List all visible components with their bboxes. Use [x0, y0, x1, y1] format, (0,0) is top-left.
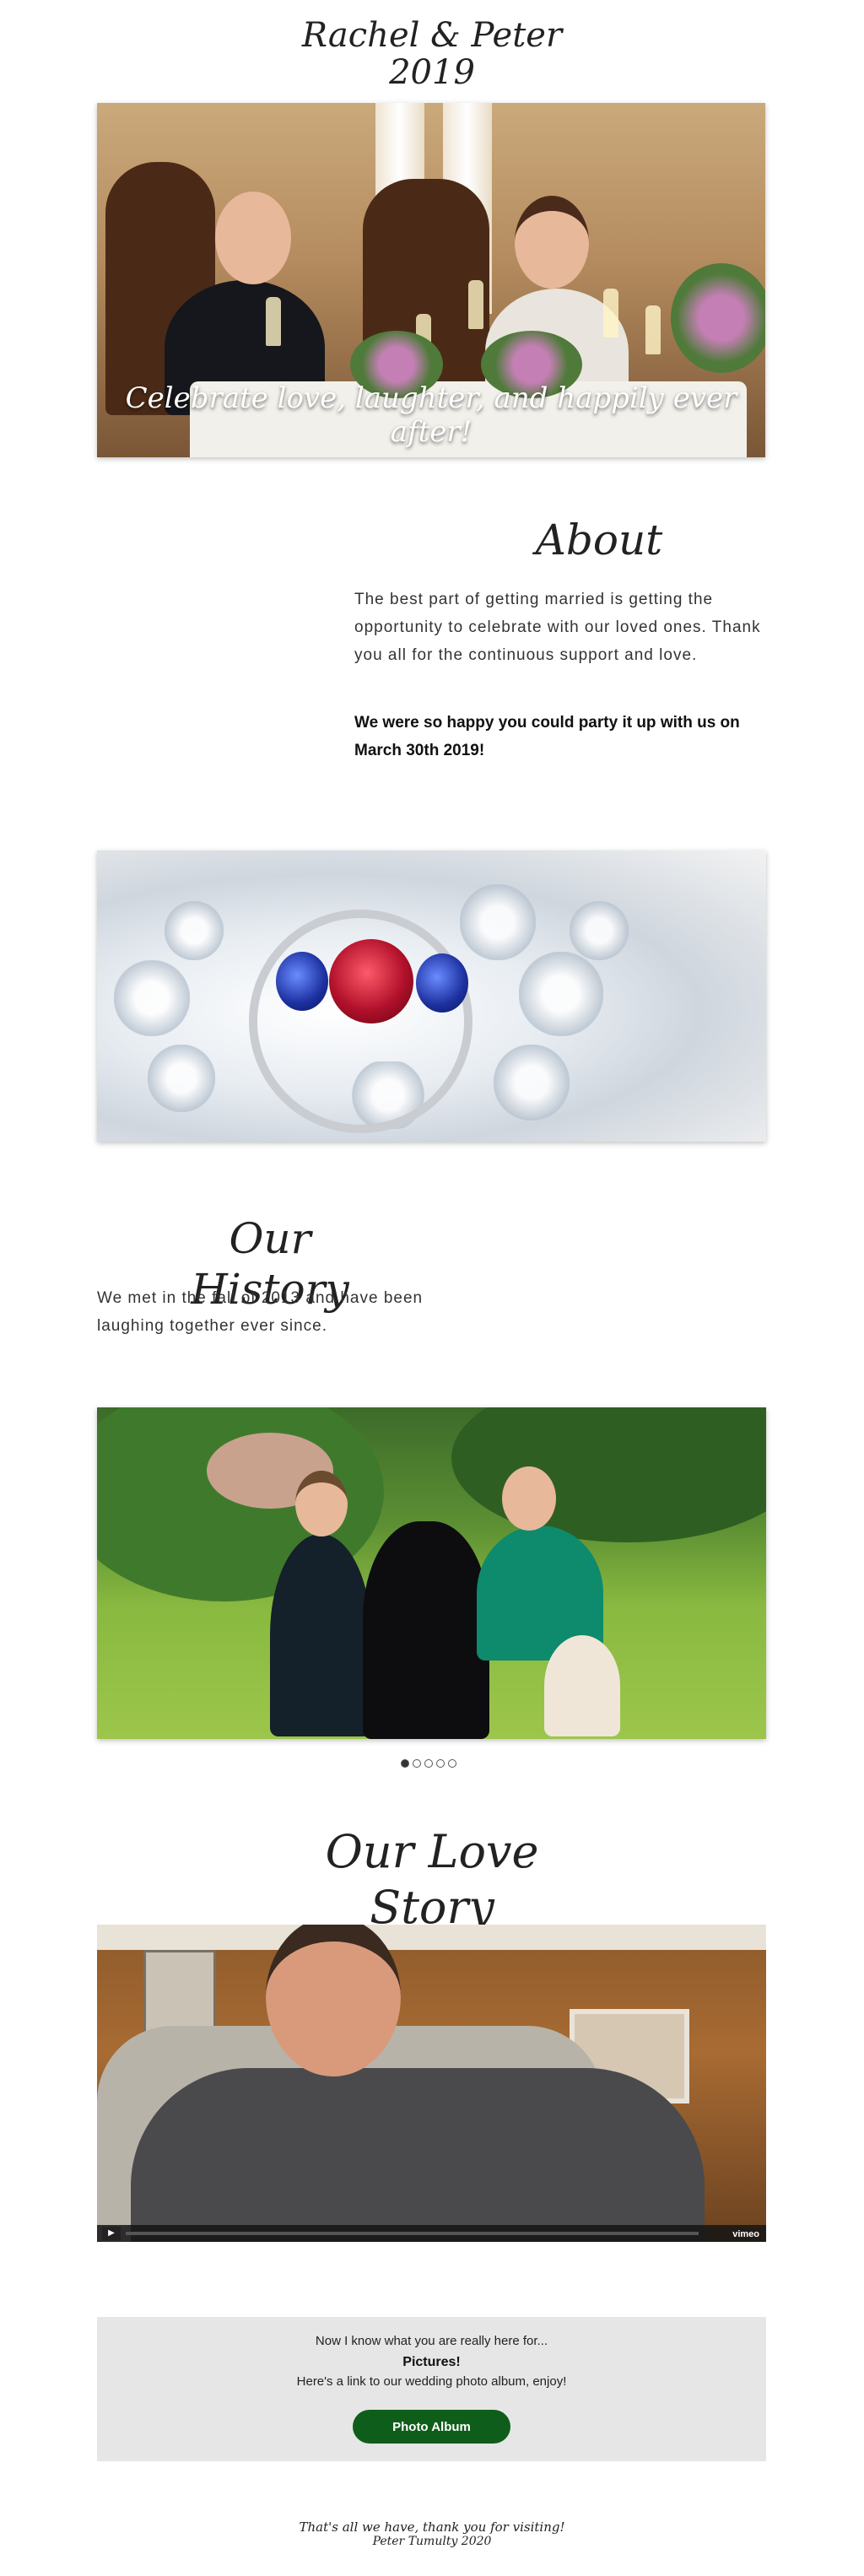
sparkle: [114, 960, 190, 1036]
bush: [451, 1407, 766, 1542]
love-story-heading: Our Love Story: [325, 1825, 539, 1934]
man-shorts: [544, 1635, 620, 1736]
woman-head: [295, 1471, 348, 1536]
footer-thanks: That's all we have, thank you for visiti…: [299, 2519, 565, 2535]
hero-caption: Celebrate love, laughter, and happily ev…: [125, 381, 737, 449]
slide-dot-5[interactable]: [448, 1759, 456, 1768]
photo-album-button[interactable]: Photo Album: [353, 2410, 510, 2444]
ring-photo: [97, 851, 766, 1142]
footer-credit: Peter Tumulty 2020: [372, 2535, 492, 2548]
sapphire-left: [276, 952, 328, 1011]
slide-dot-4[interactable]: [436, 1759, 445, 1768]
video-controls: ▶ vimeo: [97, 2225, 766, 2242]
about-highlight: We were so happy you could party it up w…: [354, 714, 740, 759]
pictures-title: Pictures!: [402, 2355, 461, 2369]
history-body: We met in the fall of 2013 and have been…: [97, 1289, 424, 1335]
woman: [270, 1534, 371, 1736]
love-story-video[interactable]: ▶ vimeo: [97, 1925, 766, 2242]
slideshow-image[interactable]: [97, 1407, 766, 1739]
video-ceiling: [97, 1925, 766, 1950]
site-title: Rachel & Peter 2019: [0, 17, 864, 91]
pictures-intro: Now I know what you are really here for.…: [315, 2334, 548, 2348]
ruby-center: [329, 939, 413, 1023]
about-body: The best part of getting married is gett…: [354, 591, 761, 664]
pictures-description: Here's a link to our wedding photo album…: [296, 2374, 567, 2389]
about-heading: About: [535, 516, 663, 564]
sparkle: [460, 884, 536, 960]
play-icon[interactable]: ▶: [102, 2227, 121, 2240]
slide-dot-3[interactable]: [424, 1759, 433, 1768]
vimeo-logo[interactable]: vimeo: [732, 2229, 759, 2239]
video-progress-bar[interactable]: [126, 2232, 699, 2235]
sparkle: [494, 1045, 570, 1121]
sparkle: [519, 952, 603, 1036]
man-head: [502, 1466, 556, 1531]
video-wall-sign: [143, 1950, 216, 2035]
glass-icon: [603, 289, 618, 338]
sparkle: [570, 901, 629, 960]
glass-icon: [266, 297, 281, 346]
slide-dot-1[interactable]: [401, 1759, 409, 1768]
bride-head: [515, 196, 589, 289]
sparkle: [148, 1045, 215, 1112]
glass-icon: [645, 305, 661, 354]
glass-icon: [468, 280, 483, 329]
video-person-body: [131, 2068, 705, 2242]
sapphire-right: [416, 953, 468, 1013]
groom-head: [215, 192, 291, 284]
site-title-names: Rachel & Peter: [301, 16, 563, 55]
slide-dot-2[interactable]: [413, 1759, 421, 1768]
photo-album-section: Now I know what you are really here for.…: [97, 2317, 766, 2461]
hero-image: Celebrate love, laughter, and happily ev…: [97, 103, 765, 457]
site-title-year: 2019: [389, 53, 475, 92]
slideshow-dots: [401, 1759, 465, 1769]
flowers: [671, 263, 765, 373]
dog: [363, 1521, 489, 1739]
sparkle: [165, 901, 224, 960]
